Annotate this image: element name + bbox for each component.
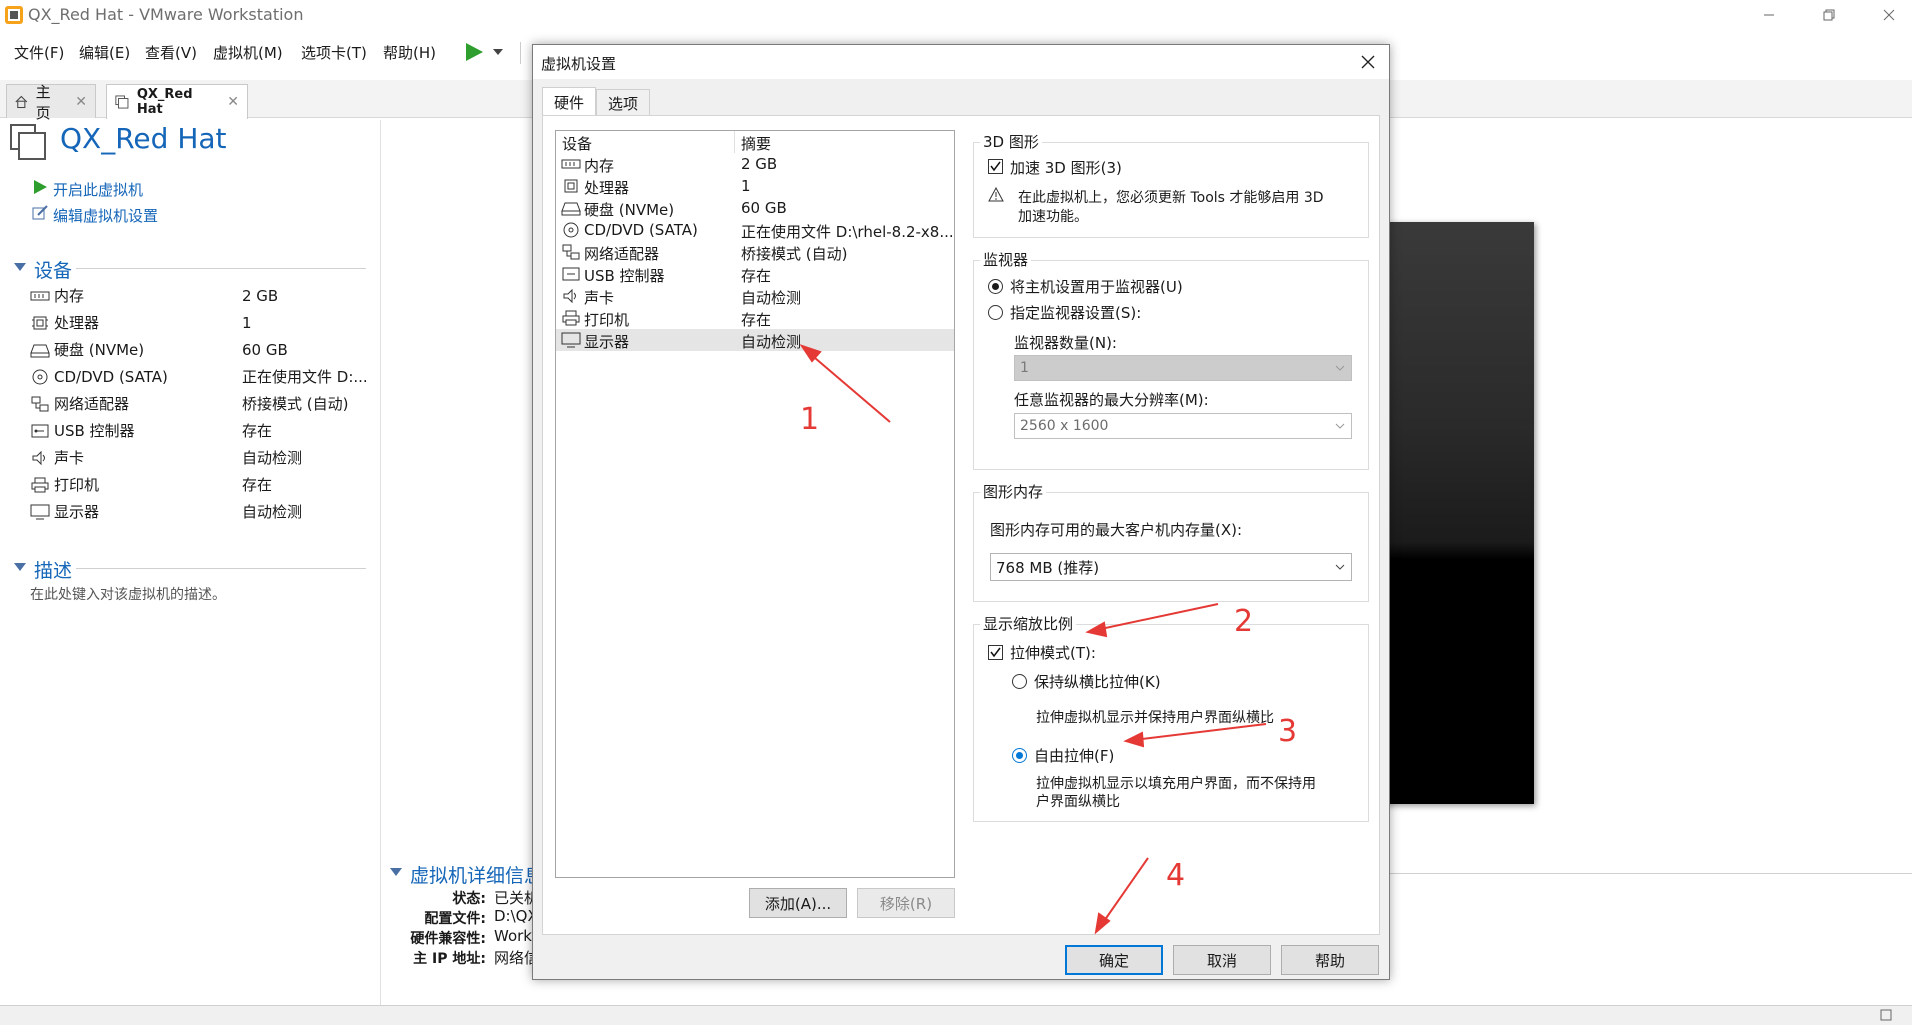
annotation-arrow-4 xyxy=(1094,857,1149,935)
annotation-number-4: 4 xyxy=(1166,858,1186,893)
annotation-number-3: 3 xyxy=(1278,714,1298,749)
annotation-arrow-3 xyxy=(1123,723,1267,748)
annotation-number-2: 2 xyxy=(1234,604,1254,639)
annotation-number-1: 1 xyxy=(800,402,820,437)
annotation-arrows xyxy=(799,344,1267,935)
annotation-arrow-2 xyxy=(1085,603,1219,638)
